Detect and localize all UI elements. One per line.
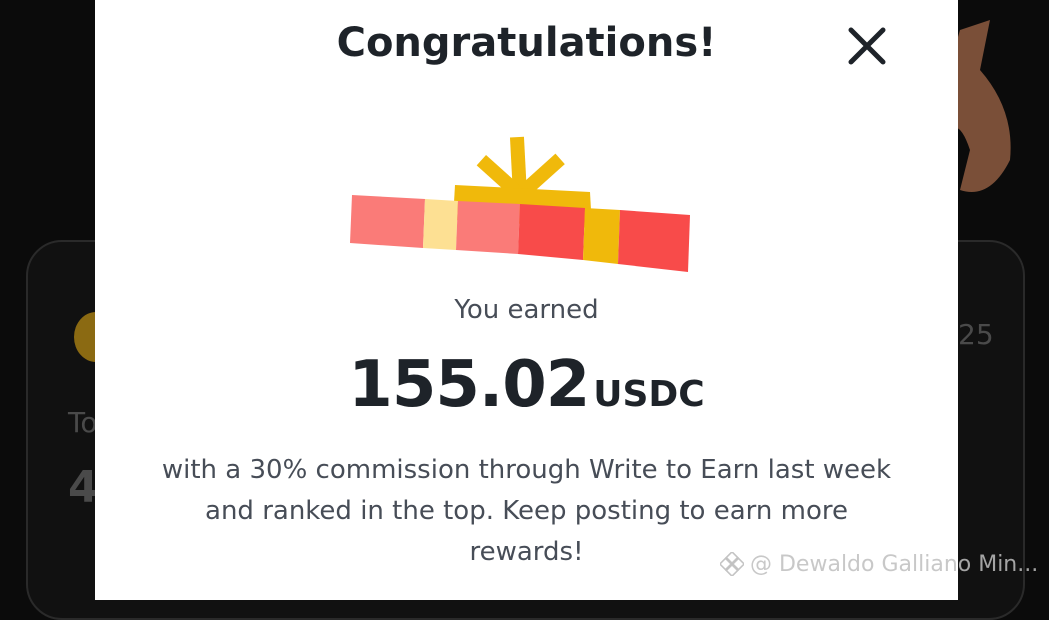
binance-logo-icon (720, 552, 744, 576)
gift-icon (350, 136, 690, 272)
earned-currency: USDC (593, 374, 705, 415)
watermark: @ Dewaldo Galliano Min... (720, 548, 1045, 580)
close-icon (848, 27, 886, 65)
earned-amount-row: 155.02 USDC (95, 348, 958, 422)
background-label: To (68, 406, 98, 439)
watermark-text: @ Dewaldo Galliano Min... (750, 551, 1039, 577)
earned-label: You earned (454, 295, 599, 325)
background-date: 25 (958, 318, 994, 351)
earned-amount: 155.02 (348, 348, 590, 422)
modal-title: Congratulations! (336, 20, 717, 66)
congratulations-modal: Congratulations! You earned 155.02 USDC w… (95, 0, 958, 600)
close-button[interactable] (845, 24, 889, 68)
